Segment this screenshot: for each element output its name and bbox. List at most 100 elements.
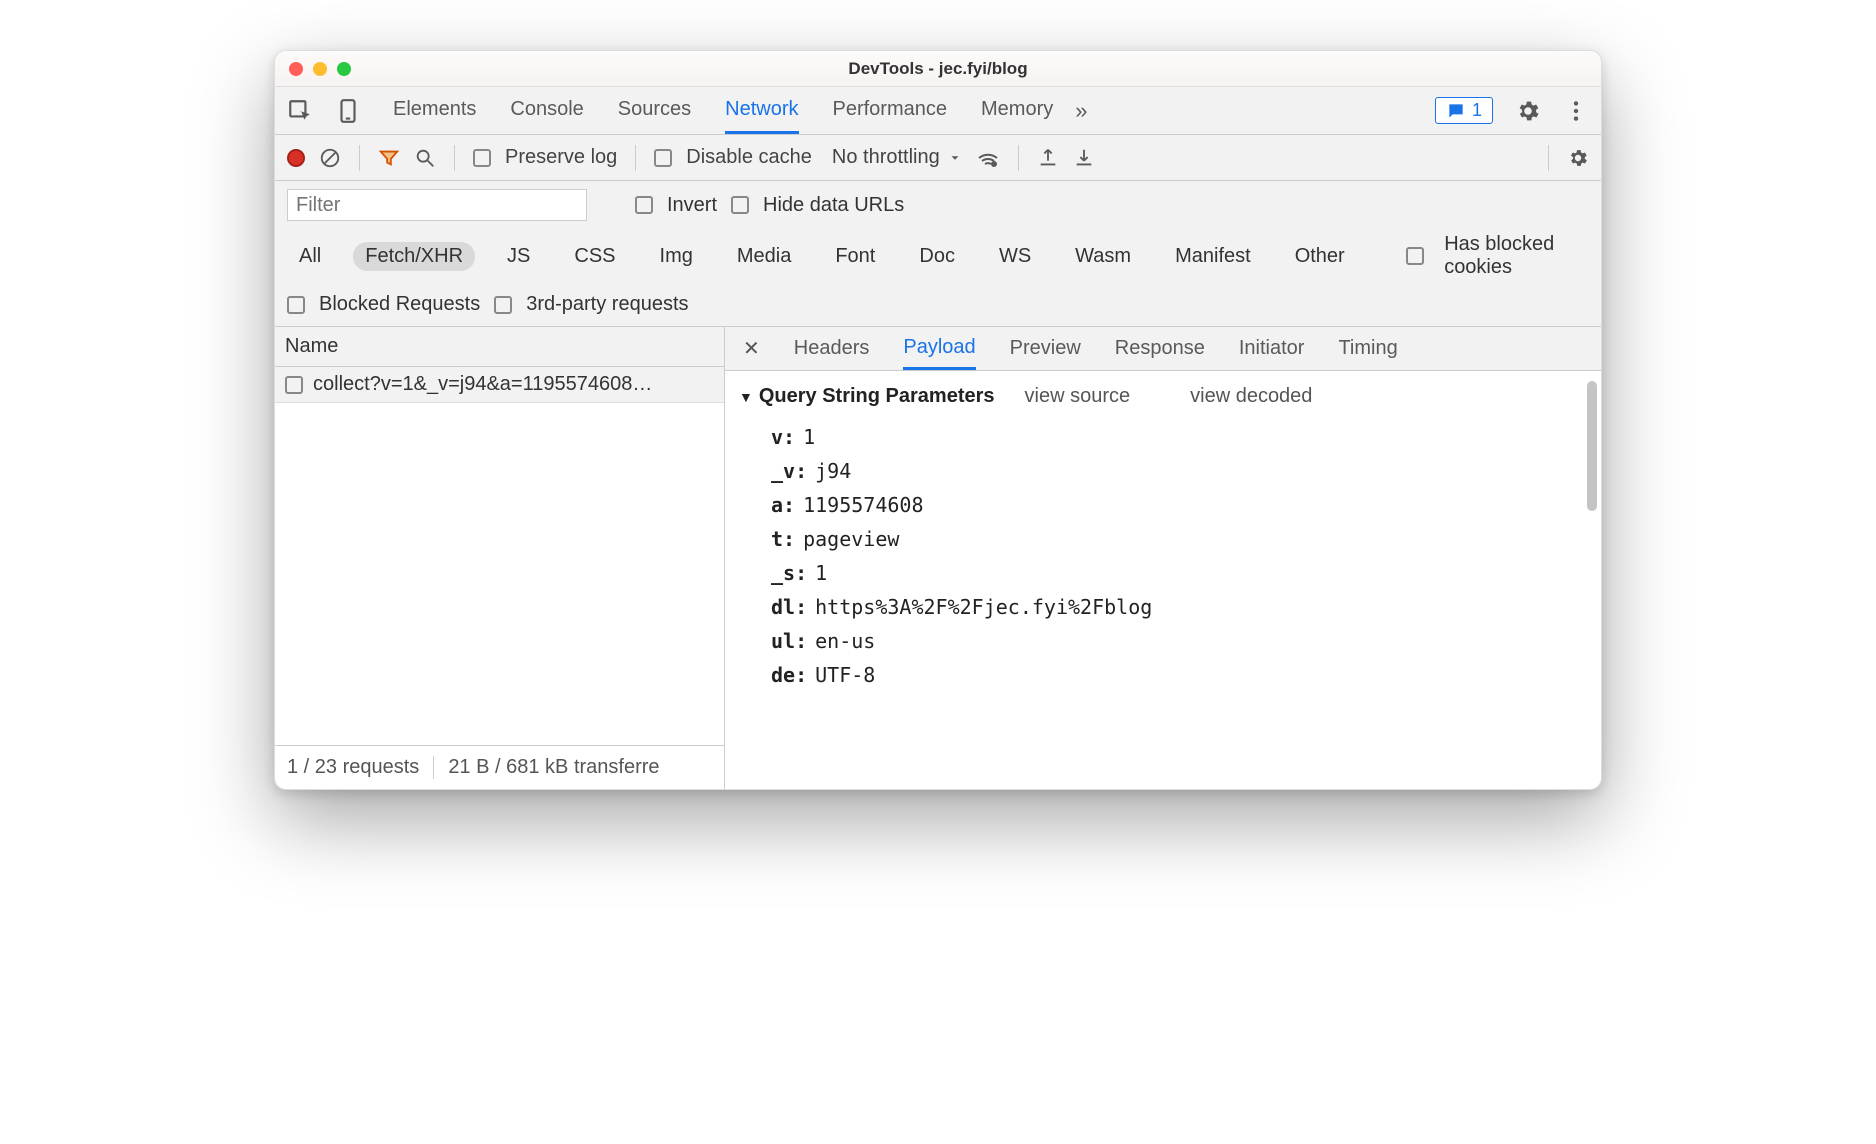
invert-label: Invert — [667, 194, 717, 217]
kebab-menu-icon[interactable] — [1563, 98, 1589, 124]
blocked-requests-checkbox[interactable] — [287, 296, 305, 314]
type-doc[interactable]: Doc — [907, 242, 967, 271]
query-param: t: pageview — [771, 522, 1581, 556]
hide-data-urls-checkbox[interactable] — [731, 196, 749, 214]
detail-tab-payload[interactable]: Payload — [903, 328, 975, 370]
search-icon[interactable] — [414, 147, 436, 169]
column-header-name[interactable]: Name — [275, 327, 724, 367]
request-detail-panel: ✕ Headers Payload Preview Response Initi… — [725, 327, 1601, 789]
detail-tab-bar: ✕ Headers Payload Preview Response Initi… — [725, 327, 1601, 371]
detail-tab-initiator[interactable]: Initiator — [1239, 329, 1305, 368]
import-har-icon[interactable] — [1037, 147, 1059, 169]
minimize-window-button[interactable] — [313, 62, 327, 76]
tab-performance[interactable]: Performance — [833, 88, 948, 134]
has-blocked-cookies-checkbox[interactable] — [1406, 247, 1424, 265]
type-filter-row: All Fetch/XHR JS CSS Img Media Font Doc … — [275, 229, 1601, 287]
main-tab-bar: Elements Console Sources Network Perform… — [275, 87, 1601, 135]
query-param: a:1195574608 — [771, 488, 1581, 522]
window-controls — [289, 62, 351, 76]
query-param: ul: en-us — [771, 624, 1581, 658]
titlebar: DevTools - jec.fyi/blog — [275, 51, 1601, 87]
type-wasm[interactable]: Wasm — [1063, 242, 1143, 271]
row-checkbox[interactable] — [285, 376, 303, 394]
filter-bar: Invert Hide data URLs — [275, 181, 1601, 229]
close-detail-icon[interactable]: ✕ — [743, 336, 760, 361]
view-decoded-link[interactable]: view decoded — [1190, 385, 1312, 408]
param-value: j94 — [815, 459, 851, 483]
detail-tab-response[interactable]: Response — [1115, 329, 1205, 368]
detail-tab-preview[interactable]: Preview — [1010, 329, 1081, 368]
disable-cache-checkbox[interactable] — [654, 149, 672, 167]
close-window-button[interactable] — [289, 62, 303, 76]
network-toolbar: Preserve log Disable cache No throttling — [275, 135, 1601, 181]
clear-icon[interactable] — [319, 147, 341, 169]
param-value: 1 — [815, 561, 827, 585]
preserve-log-checkbox[interactable] — [473, 149, 491, 167]
tab-memory[interactable]: Memory — [981, 88, 1053, 134]
type-all[interactable]: All — [287, 242, 333, 271]
param-value: en-us — [815, 629, 875, 653]
param-key: ul: — [771, 629, 807, 653]
inspect-element-icon[interactable] — [287, 98, 313, 124]
record-button[interactable] — [287, 149, 305, 167]
invert-checkbox[interactable] — [635, 196, 653, 214]
hide-data-urls-label: Hide data URLs — [763, 194, 904, 217]
type-js[interactable]: JS — [495, 242, 542, 271]
param-key: dl: — [771, 595, 807, 619]
type-media[interactable]: Media — [725, 242, 803, 271]
type-fetch-xhr[interactable]: Fetch/XHR — [353, 242, 475, 271]
tab-sources[interactable]: Sources — [618, 88, 691, 134]
filter-input[interactable] — [287, 189, 587, 221]
param-key: de: — [771, 663, 807, 687]
has-blocked-cookies-label: Has blocked cookies — [1444, 233, 1589, 279]
type-font[interactable]: Font — [823, 242, 887, 271]
tabs-overflow-button[interactable]: » — [1075, 98, 1087, 124]
type-css[interactable]: CSS — [562, 242, 627, 271]
throttling-select[interactable]: No throttling — [832, 146, 962, 169]
query-param: de:UTF-8 — [771, 658, 1581, 692]
param-key: _v: — [771, 459, 807, 483]
blocked-requests-label: Blocked Requests — [319, 293, 480, 316]
param-key: v: — [771, 425, 795, 449]
device-toolbar-icon[interactable] — [335, 98, 361, 124]
network-conditions-icon[interactable] — [976, 146, 1000, 170]
request-row[interactable]: collect?v=1&_v=j94&a=1195574608… — [275, 367, 724, 403]
payload-body: ▼ Query String Parameters view source vi… — [725, 371, 1601, 789]
status-transferred: 21 B / 681 kB transferre — [448, 756, 659, 779]
query-param: _v: j94 — [771, 454, 1581, 488]
tab-elements[interactable]: Elements — [393, 88, 476, 134]
issues-badge[interactable]: 1 — [1435, 97, 1493, 124]
filter-icon[interactable] — [378, 147, 400, 169]
request-rows: collect?v=1&_v=j94&a=1195574608… — [275, 367, 724, 745]
detail-tab-headers[interactable]: Headers — [794, 329, 870, 368]
third-party-checkbox[interactable] — [494, 296, 512, 314]
type-manifest[interactable]: Manifest — [1163, 242, 1263, 271]
detail-tab-timing[interactable]: Timing — [1338, 329, 1397, 368]
tab-network[interactable]: Network — [725, 88, 798, 134]
tab-console[interactable]: Console — [510, 88, 583, 134]
triangle-down-icon: ▼ — [739, 389, 753, 405]
third-party-label: 3rd-party requests — [526, 293, 688, 316]
preserve-log-label: Preserve log — [505, 146, 617, 169]
query-param: dl:https%3A%2F%2Fjec.fyi%2Fblog — [771, 590, 1581, 624]
type-other[interactable]: Other — [1283, 242, 1357, 271]
param-value: 1 — [803, 425, 815, 449]
status-requests: 1 / 23 requests — [287, 756, 419, 779]
settings-icon[interactable] — [1515, 98, 1541, 124]
disable-cache-label: Disable cache — [686, 146, 812, 169]
type-img[interactable]: Img — [648, 242, 705, 271]
section-toggle[interactable]: ▼ Query String Parameters — [739, 385, 995, 408]
export-har-icon[interactable] — [1073, 147, 1095, 169]
type-ws[interactable]: WS — [987, 242, 1043, 271]
issues-count: 1 — [1472, 100, 1482, 121]
network-settings-icon[interactable] — [1567, 147, 1589, 169]
network-content: Name collect?v=1&_v=j94&a=1195574608… 1 … — [275, 327, 1601, 789]
param-key: t: — [771, 527, 795, 551]
param-value: 1195574608 — [803, 493, 923, 517]
payload-section-header: ▼ Query String Parameters view source vi… — [739, 385, 1581, 408]
zoom-window-button[interactable] — [337, 62, 351, 76]
main-tabs: Elements Console Sources Network Perform… — [393, 88, 1053, 134]
scrollbar[interactable] — [1587, 381, 1597, 511]
view-source-link[interactable]: view source — [1025, 385, 1131, 408]
param-value: pageview — [803, 527, 899, 551]
